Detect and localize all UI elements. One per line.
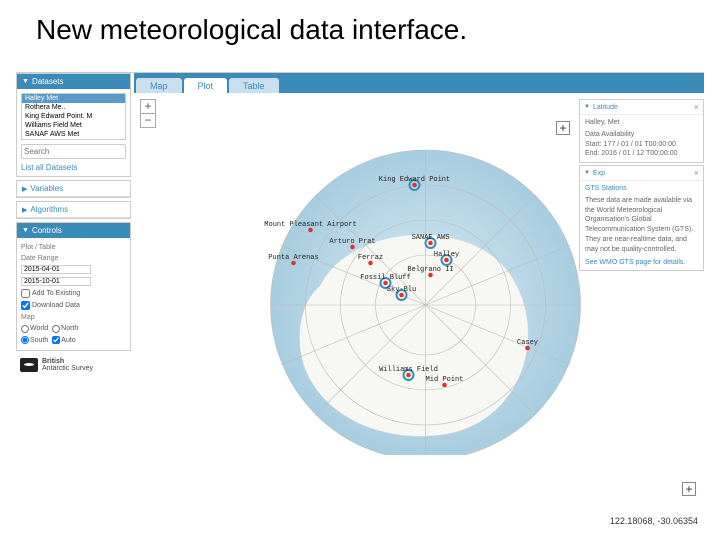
chevron-down-icon: ▼ bbox=[22, 227, 29, 234]
add-panel-button[interactable]: + bbox=[682, 482, 696, 496]
latitude-l1: Start: 177 / 01 / 01 T00:00:00 bbox=[585, 140, 698, 150]
station-label: King Edward Point bbox=[379, 176, 450, 184]
bas-logo: British Antarctic Survey bbox=[16, 354, 131, 376]
download-label: Download Data bbox=[32, 300, 80, 311]
add-existing-checkbox[interactable] bbox=[21, 289, 30, 298]
south-radio[interactable] bbox=[21, 336, 29, 344]
list-item[interactable]: Rothera Me.. bbox=[22, 103, 125, 112]
logo-line2: Antarctic Survey bbox=[42, 365, 93, 372]
controls-header[interactable]: ▼ Controls bbox=[17, 223, 130, 238]
zoom-out-button[interactable]: − bbox=[141, 114, 155, 127]
latitude-avail: Data Availability bbox=[585, 130, 698, 140]
north-radio[interactable] bbox=[52, 325, 60, 333]
panel-title: Variables bbox=[30, 184, 63, 193]
station-label: Sky-Blu bbox=[387, 286, 416, 294]
panel-title: Datasets bbox=[32, 77, 64, 86]
station-label: Fossil Bluff bbox=[360, 274, 410, 282]
zoom-in-button[interactable]: + bbox=[141, 100, 155, 114]
variables-header[interactable]: ▶ Variables bbox=[17, 181, 130, 197]
slide-title: New meteorological data interface. bbox=[0, 0, 720, 54]
algorithms-panel: ▶ Algorithms bbox=[16, 201, 131, 219]
chevron-right-icon: ▶ bbox=[22, 206, 27, 214]
date-to-input[interactable] bbox=[21, 277, 91, 286]
latitude-panel: ▼Latitude × Halley, Met Data Availability… bbox=[579, 99, 704, 163]
date-from-input[interactable] bbox=[21, 265, 91, 274]
download-checkbox[interactable] bbox=[21, 301, 30, 310]
polar-map[interactable]: King Edward Point Mount Pleasant Airport A… bbox=[181, 135, 631, 455]
list-item[interactable]: King Edward Point. M bbox=[22, 112, 125, 121]
main: Map Plot Table + − + + bbox=[134, 73, 704, 528]
station-label: Williams Field bbox=[379, 366, 438, 374]
algorithms-header[interactable]: ▶ Algorithms bbox=[17, 202, 130, 218]
latitude-l2: End: 2016 / 01 / 12 T00:00:00 bbox=[585, 149, 698, 159]
list-item[interactable]: SANAF AWS Met bbox=[22, 130, 125, 139]
exp-panel: ▼Exp × GTS Stations These data are made a… bbox=[579, 165, 704, 271]
tab-table[interactable]: Table bbox=[229, 78, 279, 93]
search-input[interactable] bbox=[21, 144, 126, 159]
station-label: Belgrano II bbox=[407, 266, 453, 274]
list-item[interactable]: Williams Field Met bbox=[22, 121, 125, 130]
station-label: Casey bbox=[517, 339, 538, 347]
list-item[interactable]: Halley Met bbox=[22, 94, 125, 103]
add-layer-button[interactable]: + bbox=[556, 121, 570, 135]
exp-text: These data are made available via the Wo… bbox=[585, 196, 698, 255]
tabs: Map Plot Table bbox=[134, 73, 704, 93]
station-label: Ferraz bbox=[358, 254, 383, 262]
map-label: Map bbox=[21, 312, 126, 323]
zoom-controls: + − bbox=[140, 99, 156, 128]
latitude-title: Latitude bbox=[593, 104, 618, 111]
exp-link[interactable]: See WMO GTS page for details. bbox=[585, 258, 698, 268]
list-all-button[interactable]: List all Datasets bbox=[21, 163, 126, 172]
bas-icon bbox=[20, 358, 38, 372]
auto-checkbox[interactable] bbox=[52, 336, 60, 344]
world-radio[interactable] bbox=[21, 325, 29, 333]
station-label: Punta Arenas bbox=[268, 254, 318, 262]
station-label: Mount Pleasant Airport bbox=[264, 221, 356, 229]
variables-panel: ▶ Variables bbox=[16, 180, 131, 198]
datasets-header[interactable]: ▼ Datasets bbox=[17, 74, 130, 89]
coords-readout: 122.18068, -30.06354 bbox=[610, 516, 698, 526]
panel-title: Algorithms bbox=[30, 205, 68, 214]
tab-plot[interactable]: Plot bbox=[184, 78, 228, 93]
controls-panel: ▼ Controls Plot / Table Date Range Add T… bbox=[16, 222, 131, 351]
close-icon[interactable]: × bbox=[694, 168, 699, 178]
plot-table-label: Plot / Table bbox=[21, 242, 126, 253]
latitude-loc: Halley, Met bbox=[585, 118, 698, 128]
close-icon[interactable]: × bbox=[694, 102, 699, 112]
datasets-panel: ▼ Datasets Halley Met Rothera Me.. King … bbox=[16, 73, 131, 177]
add-existing-label: Add To Existing bbox=[32, 288, 80, 299]
app-wrapper: ▼ Datasets Halley Met Rothera Me.. King … bbox=[16, 72, 704, 528]
exp-title: Exp bbox=[593, 170, 605, 177]
sidebar: ▼ Datasets Halley Met Rothera Me.. King … bbox=[16, 73, 131, 528]
chevron-down-icon: ▼ bbox=[22, 78, 29, 85]
dataset-list[interactable]: Halley Met Rothera Me.. King Edward Poin… bbox=[21, 93, 126, 140]
chevron-down-icon: ▼ bbox=[584, 170, 590, 176]
map[interactable]: + − + + King Edward Point Mount Pleasant … bbox=[134, 93, 704, 528]
panel-title: Controls bbox=[32, 226, 62, 235]
station-label: SANAE AWS bbox=[412, 234, 450, 242]
chevron-right-icon: ▶ bbox=[22, 185, 27, 193]
chevron-down-icon: ▼ bbox=[584, 104, 590, 110]
tab-map[interactable]: Map bbox=[136, 78, 182, 93]
station-label: Arturo Prat bbox=[329, 238, 375, 246]
exp-sub: GTS Stations bbox=[585, 184, 698, 194]
logo-line1: British bbox=[42, 358, 93, 365]
station-label: Mid Point bbox=[426, 376, 464, 384]
date-range-label: Date Range bbox=[21, 253, 126, 264]
station-label: Halley bbox=[434, 251, 459, 259]
